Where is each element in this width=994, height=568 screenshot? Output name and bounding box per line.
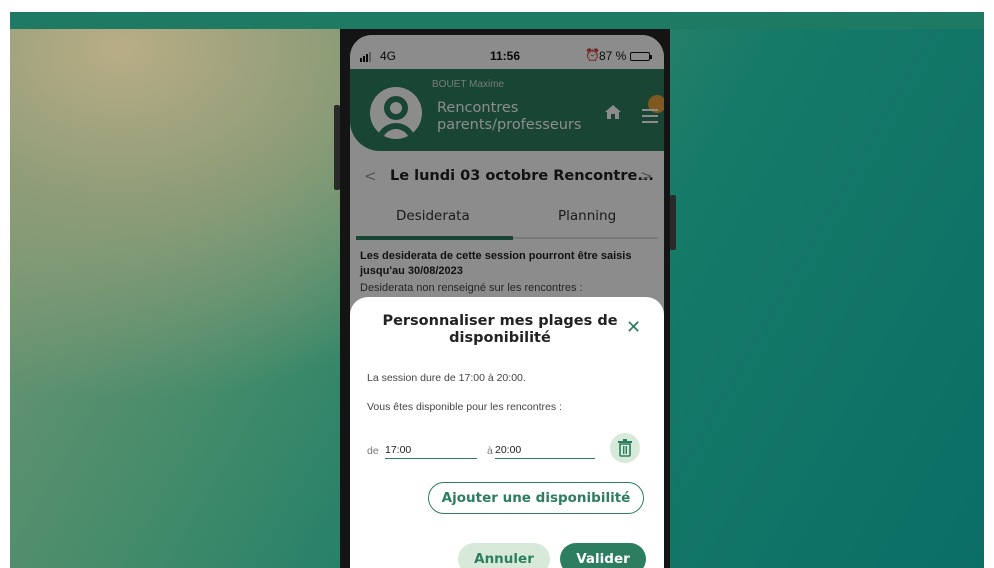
to-prefix: à	[487, 445, 493, 457]
availability-range: de à	[367, 433, 657, 467]
phone-screen: 4G 11:56 ⏰ 87 % BOUET Maxime Rencontres …	[350, 35, 664, 568]
top-banner	[10, 12, 984, 29]
close-icon[interactable]: ✕	[626, 317, 641, 338]
availability-label: Vous êtes disponible pour les rencontres…	[367, 401, 562, 413]
phone-side-button	[334, 105, 340, 190]
session-duration-text: La session dure de 17:00 à 20:00.	[367, 372, 526, 384]
from-prefix: de	[367, 445, 379, 457]
end-time-field[interactable]	[495, 437, 595, 459]
phone-side-button	[670, 195, 676, 250]
availability-modal: Personnaliser mes plages de disponibilit…	[350, 297, 664, 568]
modal-title: Personnaliser mes plages de disponibilit…	[382, 313, 618, 346]
validate-button[interactable]: Valider	[560, 543, 646, 568]
cancel-button[interactable]: Annuler	[458, 543, 550, 568]
trash-icon	[618, 439, 632, 457]
start-time-field[interactable]	[385, 437, 477, 459]
add-availability-button[interactable]: Ajouter une disponibilité	[428, 482, 644, 514]
delete-range-button[interactable]	[610, 433, 640, 463]
